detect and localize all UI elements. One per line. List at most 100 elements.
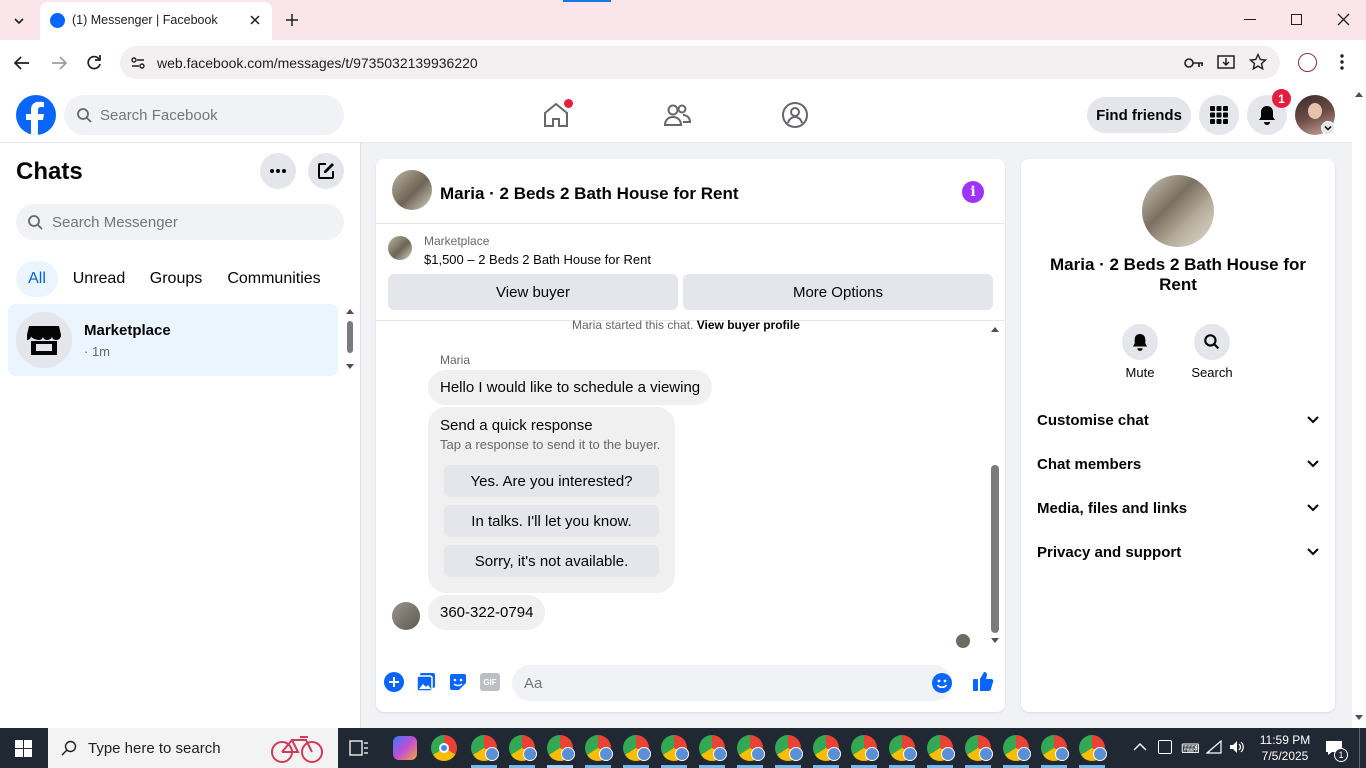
chat-item-name: Marketplace bbox=[84, 322, 171, 339]
tab-search-icon[interactable] bbox=[8, 10, 30, 32]
meet-now-icon[interactable] bbox=[1158, 740, 1172, 754]
close-tab-icon[interactable] bbox=[248, 13, 262, 27]
view-buyer-profile-link[interactable]: View buyer profile bbox=[697, 318, 800, 332]
new-tab-icon[interactable] bbox=[284, 12, 300, 28]
listing-title[interactable]: $1,500 – 2 Beds 2 Bath House for Rent bbox=[424, 252, 651, 267]
messenger-search[interactable] bbox=[16, 204, 344, 240]
filter-communities[interactable]: Communities bbox=[220, 261, 328, 297]
browser-menu-icon[interactable] bbox=[1340, 53, 1344, 71]
copilot-icon[interactable] bbox=[393, 736, 417, 760]
taskbar-search[interactable]: Type here to search bbox=[48, 728, 338, 768]
new-message-icon[interactable] bbox=[308, 153, 344, 189]
menu-grid-icon[interactable] bbox=[1199, 95, 1239, 135]
close-window-icon[interactable] bbox=[1337, 13, 1350, 26]
chevron-down-icon bbox=[1307, 416, 1319, 424]
like-thumb-icon[interactable] bbox=[972, 670, 994, 692]
mute-bell-icon[interactable] bbox=[1122, 324, 1158, 360]
browser-tab-active[interactable]: (1) Messenger | Facebook bbox=[40, 2, 272, 40]
chrome-window-icon[interactable] bbox=[471, 735, 499, 761]
facebook-logo-icon[interactable] bbox=[16, 95, 56, 135]
more-options-icon[interactable] bbox=[260, 153, 296, 189]
site-info-icon[interactable] bbox=[130, 55, 146, 71]
section-chat-members[interactable]: Chat members bbox=[1037, 446, 1319, 482]
chrome-window-icon[interactable] bbox=[965, 735, 993, 761]
chat-list-scrollbar[interactable] bbox=[345, 306, 355, 376]
chrome-window-icon[interactable] bbox=[1003, 735, 1031, 761]
chevron-down-icon bbox=[1307, 548, 1319, 556]
chrome-window-icon[interactable] bbox=[1041, 735, 1069, 761]
chrome-window-icon[interactable] bbox=[851, 735, 879, 761]
composer-input[interactable] bbox=[524, 665, 914, 701]
view-buyer-button[interactable]: View buyer bbox=[388, 274, 678, 310]
listing-thumbnail[interactable] bbox=[388, 236, 412, 260]
minimize-icon[interactable] bbox=[1244, 19, 1256, 20]
network-icon[interactable] bbox=[1206, 740, 1222, 754]
chrome-window-icon[interactable] bbox=[509, 735, 537, 761]
forward-icon[interactable] bbox=[50, 55, 68, 71]
filter-unread[interactable]: Unread bbox=[66, 261, 132, 297]
install-app-icon[interactable] bbox=[1217, 54, 1235, 72]
chrome-window-icon[interactable] bbox=[547, 735, 575, 761]
section-customise-chat[interactable]: Customise chat bbox=[1037, 402, 1319, 438]
chrome-window-icon[interactable] bbox=[661, 735, 689, 761]
mute-label[interactable]: Mute bbox=[1110, 365, 1170, 380]
bookmark-star-icon[interactable] bbox=[1249, 53, 1267, 71]
facebook-search-input[interactable] bbox=[100, 95, 330, 135]
windows-start-icon[interactable] bbox=[15, 740, 32, 757]
password-key-icon[interactable] bbox=[1184, 56, 1204, 70]
input-method-icon[interactable]: ⌨ bbox=[1181, 741, 1200, 757]
chrome-window-icon[interactable] bbox=[775, 735, 803, 761]
friends-icon[interactable] bbox=[663, 101, 691, 129]
chrome-window-icon[interactable] bbox=[623, 735, 651, 761]
reload-icon[interactable] bbox=[86, 54, 102, 71]
message-bubble[interactable]: Hello I would like to schedule a viewing bbox=[428, 370, 713, 405]
details-avatar[interactable] bbox=[1142, 175, 1214, 247]
listing-avatar[interactable] bbox=[392, 170, 432, 210]
find-friends-button[interactable]: Find friends bbox=[1087, 97, 1191, 133]
tray-chevron-up-icon[interactable] bbox=[1133, 742, 1147, 751]
quick-response-button[interactable]: In talks. I'll let you know. bbox=[444, 505, 659, 537]
filter-groups[interactable]: Groups bbox=[142, 261, 210, 297]
task-view-icon[interactable] bbox=[349, 740, 369, 756]
facebook-search[interactable] bbox=[64, 95, 344, 135]
sender-avatar[interactable] bbox=[392, 602, 420, 630]
chrome-window-icon[interactable] bbox=[1079, 735, 1107, 761]
plus-icon[interactable] bbox=[384, 672, 404, 692]
chrome-window-icon[interactable] bbox=[699, 735, 727, 761]
chrome-window-icon[interactable] bbox=[927, 735, 955, 761]
chat-item-marketplace[interactable]: Marketplace · 1m bbox=[8, 304, 338, 376]
section-privacy-support[interactable]: Privacy and support bbox=[1037, 534, 1319, 570]
chrome-window-icon[interactable] bbox=[889, 735, 917, 761]
chrome-window-icon[interactable] bbox=[737, 735, 765, 761]
gif-icon[interactable]: GIF bbox=[480, 673, 500, 691]
quick-response-button[interactable]: Yes. Are you interested? bbox=[444, 465, 659, 497]
chrome-window-icon[interactable] bbox=[585, 735, 613, 761]
profile-icon[interactable] bbox=[1298, 53, 1317, 72]
search-label[interactable]: Search bbox=[1182, 365, 1242, 380]
search-icon[interactable] bbox=[1194, 324, 1230, 360]
page-scrollbar[interactable] bbox=[1352, 87, 1366, 728]
show-desktop-divider[interactable] bbox=[1359, 728, 1360, 768]
more-options-button[interactable]: More Options bbox=[683, 274, 993, 310]
message-bubble[interactable]: 360-322-0794 bbox=[428, 595, 546, 630]
quick-response-button[interactable]: Sorry, it's not available. bbox=[444, 545, 659, 577]
composer-input-wrap[interactable] bbox=[512, 665, 952, 701]
taskbar-clock[interactable]: 11:59 PM 7/5/2025 bbox=[1252, 732, 1318, 764]
chrome-icon[interactable] bbox=[431, 735, 457, 761]
photo-icon[interactable] bbox=[416, 672, 436, 692]
groups-icon[interactable] bbox=[781, 101, 809, 129]
omnibox[interactable]: web.facebook.com/messages/t/973503213993… bbox=[120, 46, 1280, 79]
volume-icon[interactable] bbox=[1229, 740, 1245, 754]
chrome-window-icon[interactable] bbox=[813, 735, 841, 761]
messenger-search-input[interactable] bbox=[52, 204, 332, 240]
back-icon[interactable] bbox=[13, 55, 31, 71]
account-chevron-icon[interactable] bbox=[1321, 121, 1335, 135]
sticker-icon[interactable] bbox=[448, 672, 468, 692]
section-media-files-links[interactable]: Media, files and links bbox=[1037, 490, 1319, 526]
emoji-icon[interactable] bbox=[932, 673, 952, 693]
info-icon[interactable]: i bbox=[962, 181, 984, 203]
conversation-title[interactable]: Maria · 2 Beds 2 Bath House for Rent bbox=[440, 184, 739, 204]
filter-all[interactable]: All bbox=[16, 261, 58, 297]
messages-scrollbar[interactable] bbox=[989, 324, 1001, 649]
restore-icon[interactable] bbox=[1291, 14, 1302, 25]
